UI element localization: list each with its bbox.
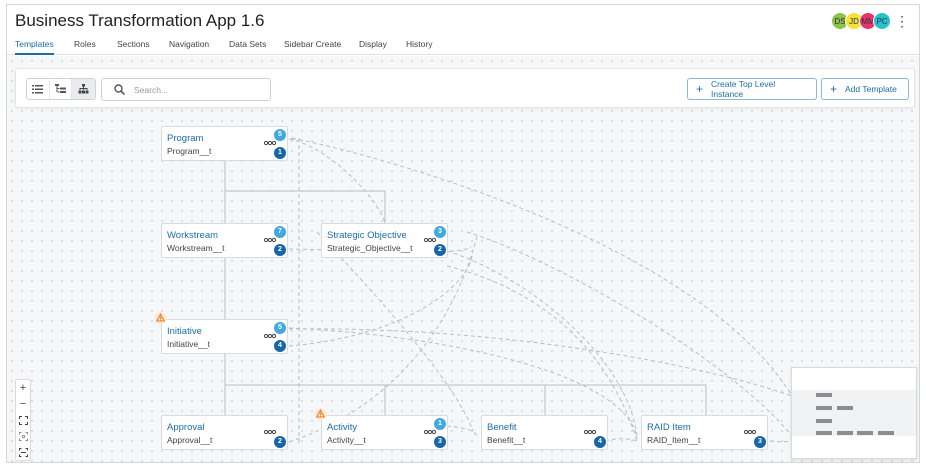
template-name[interactable]: Strategic Objective bbox=[327, 230, 407, 241]
warning-icon bbox=[314, 408, 327, 420]
template-name[interactable]: Workstream bbox=[167, 230, 218, 241]
template-graph-canvas[interactable]: + Create Top Level Instance + Add Templa… bbox=[7, 56, 919, 462]
template-connections bbox=[224, 137, 793, 443]
template-api-name: Initiative__t bbox=[167, 339, 210, 349]
template-node-initiative[interactable]: Initiative Initiative__t 5 4 bbox=[154, 312, 288, 354]
children-count-badge[interactable]: 1 bbox=[434, 418, 446, 430]
template-name[interactable]: Benefit bbox=[487, 422, 517, 433]
reference-edge bbox=[288, 138, 386, 224]
links-count-badge[interactable]: 2 bbox=[274, 436, 286, 448]
minimap-viewport[interactable] bbox=[792, 390, 916, 436]
template-name[interactable]: Approval bbox=[167, 422, 205, 433]
minimap-node bbox=[878, 431, 894, 435]
warning-icon bbox=[154, 312, 167, 324]
reference-edge bbox=[769, 440, 793, 443]
tab-history[interactable]: History bbox=[406, 38, 432, 55]
template-node-activity[interactable]: Activity Activity__t 1 3 bbox=[314, 408, 448, 450]
minimap-node bbox=[816, 431, 832, 435]
minimap-node bbox=[816, 419, 832, 423]
template-api-name: Strategic_Objective__t bbox=[327, 243, 413, 253]
link-icon[interactable] bbox=[744, 429, 756, 435]
template-node-program[interactable]: Program Program__t 5 1 bbox=[161, 126, 288, 161]
tab-display[interactable]: Display bbox=[359, 38, 387, 55]
tab-bar: Templates Roles Sections Navigation Data… bbox=[7, 38, 919, 55]
tab-data-sets[interactable]: Data Sets bbox=[229, 38, 266, 55]
reference-edge bbox=[604, 438, 638, 442]
user-avatars: DS JD MM PC bbox=[831, 12, 891, 30]
zoom-in-icon[interactable]: + bbox=[16, 380, 30, 396]
template-api-name: Activity__t bbox=[327, 435, 366, 445]
template-node-raid-item[interactable]: RAID Item RAID_Item__t 3 bbox=[641, 415, 768, 450]
hierarchy-edge bbox=[225, 190, 386, 223]
zoom-out-icon[interactable]: − bbox=[16, 396, 30, 412]
tab-sidebar-create[interactable]: Sidebar Create bbox=[284, 38, 341, 55]
link-icon[interactable] bbox=[584, 429, 596, 435]
template-node-approval[interactable]: Approval Approval__t 2 bbox=[161, 415, 288, 450]
links-count-badge[interactable]: 4 bbox=[274, 340, 286, 352]
children-count-badge[interactable]: 7 bbox=[274, 226, 286, 238]
fit-view-icon[interactable] bbox=[16, 412, 30, 428]
link-icon[interactable] bbox=[264, 333, 276, 339]
template-node-strategic-objective[interactable]: Strategic Objective Strategic_Objective_… bbox=[321, 223, 448, 258]
reference-edge bbox=[288, 328, 793, 397]
link-icon[interactable] bbox=[264, 237, 276, 243]
template-api-name: Benefit__t bbox=[487, 435, 526, 445]
links-count-badge[interactable]: 2 bbox=[434, 244, 446, 256]
avatar[interactable]: PC bbox=[873, 12, 891, 30]
template-api-name: Approval__t bbox=[167, 435, 213, 445]
links-count-badge[interactable]: 2 bbox=[274, 244, 286, 256]
links-count-badge[interactable]: 1 bbox=[274, 147, 286, 159]
template-api-name: Workstream__t bbox=[167, 243, 225, 253]
reference-edge bbox=[289, 138, 300, 443]
link-icon[interactable] bbox=[424, 237, 436, 243]
template-node-workstream[interactable]: Workstream Workstream__t 7 2 bbox=[161, 223, 288, 258]
template-node-benefit[interactable]: Benefit Benefit__t 4 bbox=[481, 415, 608, 450]
reference-edge bbox=[291, 137, 793, 397]
zoom-controls: + − bbox=[15, 379, 31, 461]
app-window: Business Transformation App 1.6 DS JD MM… bbox=[6, 4, 920, 463]
minimap-node bbox=[837, 431, 853, 435]
link-icon[interactable] bbox=[264, 429, 276, 435]
template-api-name: Program__t bbox=[167, 146, 212, 156]
hierarchy-edge bbox=[225, 384, 707, 415]
template-name[interactable]: Activity bbox=[327, 422, 357, 433]
children-count-badge[interactable]: 3 bbox=[434, 226, 446, 238]
children-count-badge[interactable]: 5 bbox=[274, 322, 286, 334]
link-icon[interactable] bbox=[264, 140, 276, 146]
tab-sections[interactable]: Sections bbox=[117, 38, 150, 55]
expand-icon[interactable] bbox=[16, 444, 30, 460]
minimap-node bbox=[857, 431, 873, 435]
tab-navigation[interactable]: Navigation bbox=[169, 38, 209, 55]
minimap-node bbox=[816, 406, 832, 410]
more-options-icon[interactable]: ⋮ bbox=[895, 14, 909, 28]
links-count-badge[interactable]: 3 bbox=[434, 436, 446, 448]
template-api-name: RAID_Item__t bbox=[647, 435, 701, 445]
focus-icon[interactable] bbox=[16, 428, 30, 444]
template-name[interactable]: Program bbox=[167, 133, 203, 144]
link-icon[interactable] bbox=[424, 429, 436, 435]
tab-roles[interactable]: Roles bbox=[74, 38, 96, 55]
minimap-node bbox=[837, 406, 853, 410]
template-name[interactable]: RAID Item bbox=[647, 422, 691, 433]
page-title: Business Transformation App 1.6 bbox=[15, 11, 265, 30]
children-count-badge[interactable]: 5 bbox=[274, 129, 286, 141]
minimap[interactable] bbox=[791, 367, 917, 459]
links-count-badge[interactable]: 3 bbox=[754, 436, 766, 448]
minimap-node bbox=[816, 393, 832, 397]
tab-templates[interactable]: Templates bbox=[15, 38, 54, 55]
links-count-badge[interactable]: 4 bbox=[594, 436, 606, 448]
template-name[interactable]: Initiative bbox=[167, 326, 202, 337]
